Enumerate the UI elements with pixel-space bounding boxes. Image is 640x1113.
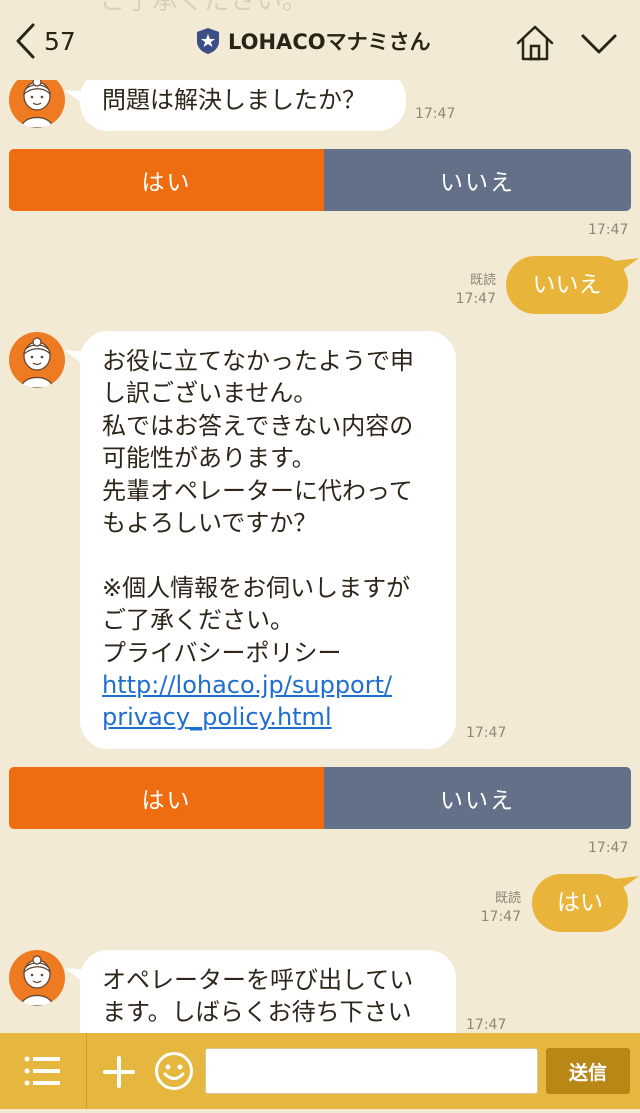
message-time: 17:47 — [466, 725, 507, 741]
avatar-operator-icon — [20, 337, 54, 388]
operator-message: お役に立てなかったようで申 し訳ございません。 私ではお答えできない内容の 可能… — [80, 331, 456, 749]
message-time: 17:47 — [455, 291, 496, 307]
message-time: 17:47 — [466, 1017, 507, 1033]
my-message: いいえ — [506, 256, 628, 314]
avatar-operator-icon — [20, 77, 54, 128]
chevron-down-icon — [581, 34, 617, 54]
unread-count: 57 — [44, 26, 76, 56]
message-time: 17:47 — [480, 909, 521, 925]
attach-button[interactable] — [100, 1053, 138, 1095]
scrolled-message-fragment: ご了承ください。 — [100, 0, 309, 16]
menu-expand-button[interactable] — [580, 32, 618, 60]
message-line: 可能性があります。 — [102, 444, 316, 473]
message-line: ご了承ください。 — [102, 606, 294, 635]
home-icon — [516, 25, 554, 61]
message-line: もよろしいですか？ — [102, 509, 318, 538]
message-line: オペレーターを呼び出してい — [102, 966, 414, 994]
message-line: お役に立てなかったようで申 — [102, 347, 414, 375]
operator-avatar[interactable] — [9, 72, 65, 128]
emoji-icon — [155, 1052, 193, 1090]
privacy-policy-link[interactable]: http://lohaco.jp/support/ — [102, 669, 414, 701]
official-badge-icon — [197, 28, 219, 54]
read-label: 既読 — [469, 273, 496, 288]
message-body: お役に立てなかったようで申 し訳ございません。 私ではお答えできない内容の 可能… — [102, 345, 414, 734]
message-line: し訳ございません。 — [102, 379, 318, 408]
quick-reply-bar: はい いいえ — [9, 767, 631, 829]
message-time: 17:47 — [588, 222, 629, 238]
back-chevron-icon — [16, 23, 35, 59]
read-label: 既読 — [494, 891, 521, 906]
message-composer: 送信 — [0, 1033, 640, 1109]
privacy-policy-link-continued[interactable]: privacy_policy.html — [102, 701, 414, 733]
rich-menu-toggle-button[interactable] — [0, 1033, 87, 1109]
quick-reply-no-button[interactable]: いいえ — [324, 149, 631, 211]
home-button[interactable] — [515, 24, 555, 66]
quick-reply-bar: はい いいえ — [9, 149, 631, 211]
chat-title-text: LOHACOマナミさん — [228, 30, 431, 54]
message-time: 17:47 — [588, 840, 629, 856]
emoji-button[interactable] — [154, 1051, 194, 1095]
message-line: 先輩オペレーターに代わって — [102, 476, 413, 505]
read-receipt: 既読 17:47 — [440, 272, 496, 308]
message-input[interactable] — [205, 1048, 538, 1094]
message-line: ※個人情報をお伺いしますが — [102, 573, 411, 602]
operator-avatar[interactable] — [9, 332, 65, 388]
chat-title: LOHACOマナミさん — [196, 26, 431, 56]
message-line: 私ではお答えできない内容の — [102, 411, 414, 440]
chat-header: ご了承ください。 57 LOHACOマナミさん — [0, 0, 640, 80]
operator-avatar[interactable] — [9, 950, 65, 1006]
message-line: ます。しばらくお待ち下さい — [102, 998, 412, 1027]
back-button[interactable]: 57 — [14, 22, 76, 60]
quick-reply-no-button[interactable]: いいえ — [324, 767, 631, 829]
message-body: オペレーターを呼び出してい ます。しばらくお待ち下さい — [102, 964, 413, 1029]
message-line: プライバシーポリシー — [102, 638, 342, 667]
message-text: 問題は解決しましたか？ — [102, 86, 366, 114]
message-time: 17:47 — [415, 106, 456, 122]
message-line-blank — [102, 539, 414, 571]
my-message: はい — [532, 874, 628, 932]
quick-reply-yes-button[interactable]: はい — [9, 767, 324, 829]
read-receipt: 既読 17:47 — [465, 890, 521, 926]
send-button[interactable]: 送信 — [546, 1048, 630, 1094]
avatar-operator-icon — [20, 955, 54, 1006]
quick-reply-yes-button[interactable]: はい — [9, 149, 324, 211]
plus-icon — [103, 1056, 135, 1088]
menu-list-icon — [24, 1056, 60, 1086]
